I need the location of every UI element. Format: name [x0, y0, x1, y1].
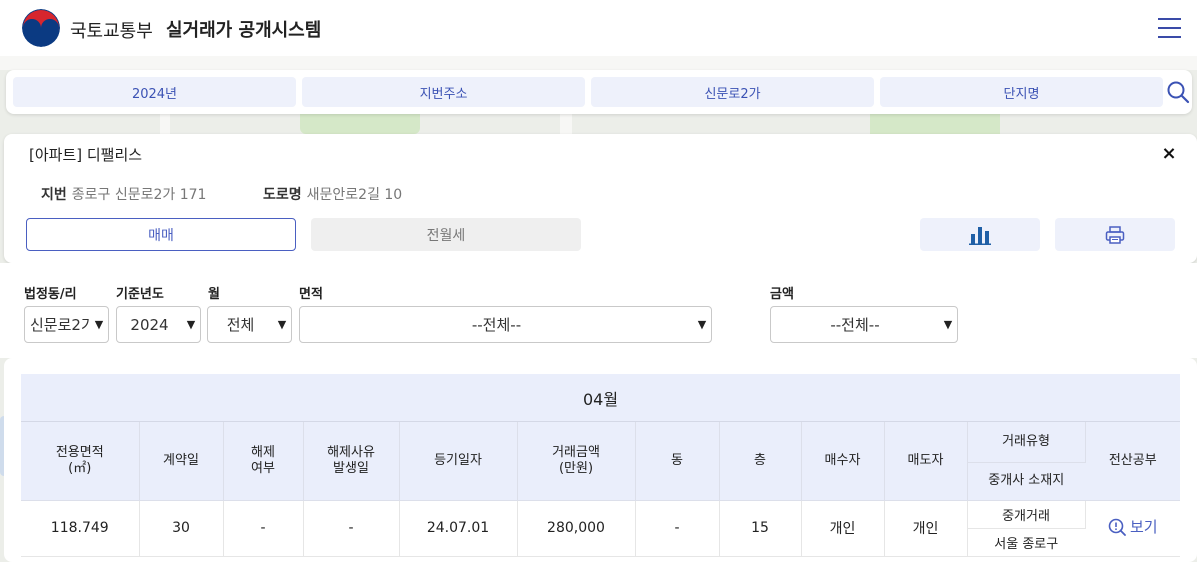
road-label: 도로명 [263, 187, 302, 203]
search-chip-address-type[interactable]: 지번주소 [302, 77, 585, 107]
chevron-down-icon: ▼ [697, 318, 707, 331]
close-icon[interactable]: × [1161, 145, 1177, 163]
search-bar: 2024년 지번주소 신문로2가 단지명 [6, 70, 1192, 114]
road-address: 도로명 새문안로2길 10 [263, 184, 402, 204]
cell-cancel-reason: - [303, 500, 400, 557]
view-ledger-link[interactable]: 보기 [1108, 516, 1158, 537]
cell-trade-type: 중개거래 [967, 500, 1086, 529]
month-select[interactable]: 전체 ▼ [207, 306, 292, 343]
col-header-building: 동 [635, 422, 720, 501]
dong-select-value: 신문로2가 [30, 316, 90, 334]
col-header-area: 전용면적 (㎡) [21, 422, 140, 501]
cell-floor: 15 [719, 500, 802, 557]
col-header-buyer: 매수자 [801, 422, 885, 501]
jibun-label: 지번 [41, 187, 67, 203]
cell-area: 118.749 [21, 500, 140, 557]
year-label: 기준년도 [116, 287, 164, 302]
year-select-value: 2024 [130, 315, 169, 334]
area-label: 면적 [299, 287, 323, 302]
col-header-contract-day: 계약일 [139, 422, 224, 501]
col-header-seller: 매도자 [884, 422, 968, 501]
area-select[interactable]: --전체-- ▼ [299, 306, 712, 343]
col-header-cancel-reason: 해제사유 발생일 [303, 422, 400, 501]
dong-select[interactable]: 신문로2가 ▼ [24, 306, 109, 343]
tab-sale[interactable]: 매매 [26, 218, 296, 251]
chevron-down-icon: ▼ [186, 318, 196, 331]
cell-seller: 개인 [884, 500, 968, 557]
chevron-down-icon: ▼ [943, 318, 953, 331]
col-header-amount-line2: (만원) [558, 460, 594, 476]
cell-building: - [635, 500, 720, 557]
cell-cancel: - [223, 500, 304, 557]
cell-amount: 280,000 [517, 500, 636, 557]
col-header-amount-line1: 거래금액 [552, 444, 600, 460]
price-label: 금액 [770, 287, 794, 302]
site-name[interactable]: 실거래가 공개시스템 [166, 16, 321, 42]
cell-register-date: 24.07.01 [399, 500, 518, 557]
search-chip-year[interactable]: 2024년 [13, 77, 296, 107]
col-header-trade-type: 거래유형 [967, 422, 1086, 463]
table-row: 118.749 30 - - 24.07.01 280,000 - 15 개인 … [21, 500, 1180, 557]
jibun-address: 지번 종로구 신문로2가 171 [41, 184, 206, 204]
cell-contract-day: 30 [139, 500, 224, 557]
road-value: 새문안로2길 10 [306, 187, 403, 203]
magnifier-info-icon [1108, 518, 1126, 536]
bar-chart-icon [969, 226, 991, 245]
search-icon[interactable] [1166, 80, 1190, 104]
col-header-amount: 거래금액 (만원) [517, 422, 636, 501]
transaction-table: 전용면적 (㎡) 계약일 해제 여부 해제사유 발생일 등기일자 거래금액 (만원) 동… [21, 422, 1180, 557]
col-header-cancel-reason-line2: 발생일 [333, 460, 369, 476]
property-title: [아파트] 디팰리스 [29, 146, 143, 164]
price-select[interactable]: --전체-- ▼ [770, 306, 958, 343]
month-select-value: 전체 [226, 316, 255, 334]
col-header-floor: 층 [719, 422, 802, 501]
col-header-cancel-line1: 해제 [251, 444, 275, 460]
printer-icon [1105, 225, 1125, 244]
search-chip-complex-name[interactable]: 단지명 [880, 77, 1163, 107]
col-header-cancel-line2: 여부 [251, 460, 275, 476]
col-header-ledger: 전산공부 [1085, 422, 1180, 501]
price-select-value: --전체-- [830, 316, 880, 334]
col-header-register-date: 등기일자 [399, 422, 518, 501]
month-label: 월 [208, 287, 220, 302]
chevron-down-icon: ▼ [94, 318, 104, 331]
property-detail-panel: [아파트] 디팰리스 × 지번 종로구 신문로2가 171 도로명 새문안로2길 1… [4, 134, 1197, 263]
jibun-value: 종로구 신문로2가 171 [71, 187, 207, 203]
dong-label: 법정동/리 [24, 287, 77, 302]
chevron-down-icon: ▼ [277, 318, 287, 331]
government-logo-icon[interactable] [22, 9, 60, 47]
col-header-agent-location: 중개사 소재지 [967, 462, 1085, 501]
top-header: 국토교통부 실거래가 공개시스템 [0, 0, 1197, 56]
col-header-area-line2: (㎡) [68, 460, 92, 476]
filter-area: 법정동/리 기준년도 월 면적 금액 신문로2가 ▼ 2024 ▼ 전체 ▼ --전체… [0, 263, 1197, 358]
cell-agent-location: 서울 종로구 [967, 528, 1085, 557]
year-select[interactable]: 2024 ▼ [116, 306, 201, 343]
month-title: 04월 [21, 374, 1180, 422]
org-name: 국토교통부 [70, 21, 153, 42]
col-header-area-line1: 전용면적 [55, 444, 104, 460]
tab-rent[interactable]: 전월세 [311, 218, 581, 251]
area-select-value: --전체-- [471, 316, 522, 334]
col-header-cancel-reason-line1: 해제사유 [327, 444, 375, 460]
view-ledger-label: 보기 [1129, 518, 1158, 537]
print-button[interactable] [1055, 218, 1175, 251]
transaction-table-panel: 04월 전용면적 (㎡) 계약일 해제 여부 해제사유 발생일 등기일자 거래금액 (만… [4, 358, 1197, 562]
chart-button[interactable] [920, 218, 1040, 251]
col-header-cancel: 해제 여부 [223, 422, 304, 501]
search-chip-district[interactable]: 신문로2가 [591, 77, 874, 107]
cell-ledger: 보기 [1085, 500, 1180, 557]
cell-buyer: 개인 [801, 500, 885, 557]
hamburger-menu-icon[interactable] [1158, 18, 1181, 38]
